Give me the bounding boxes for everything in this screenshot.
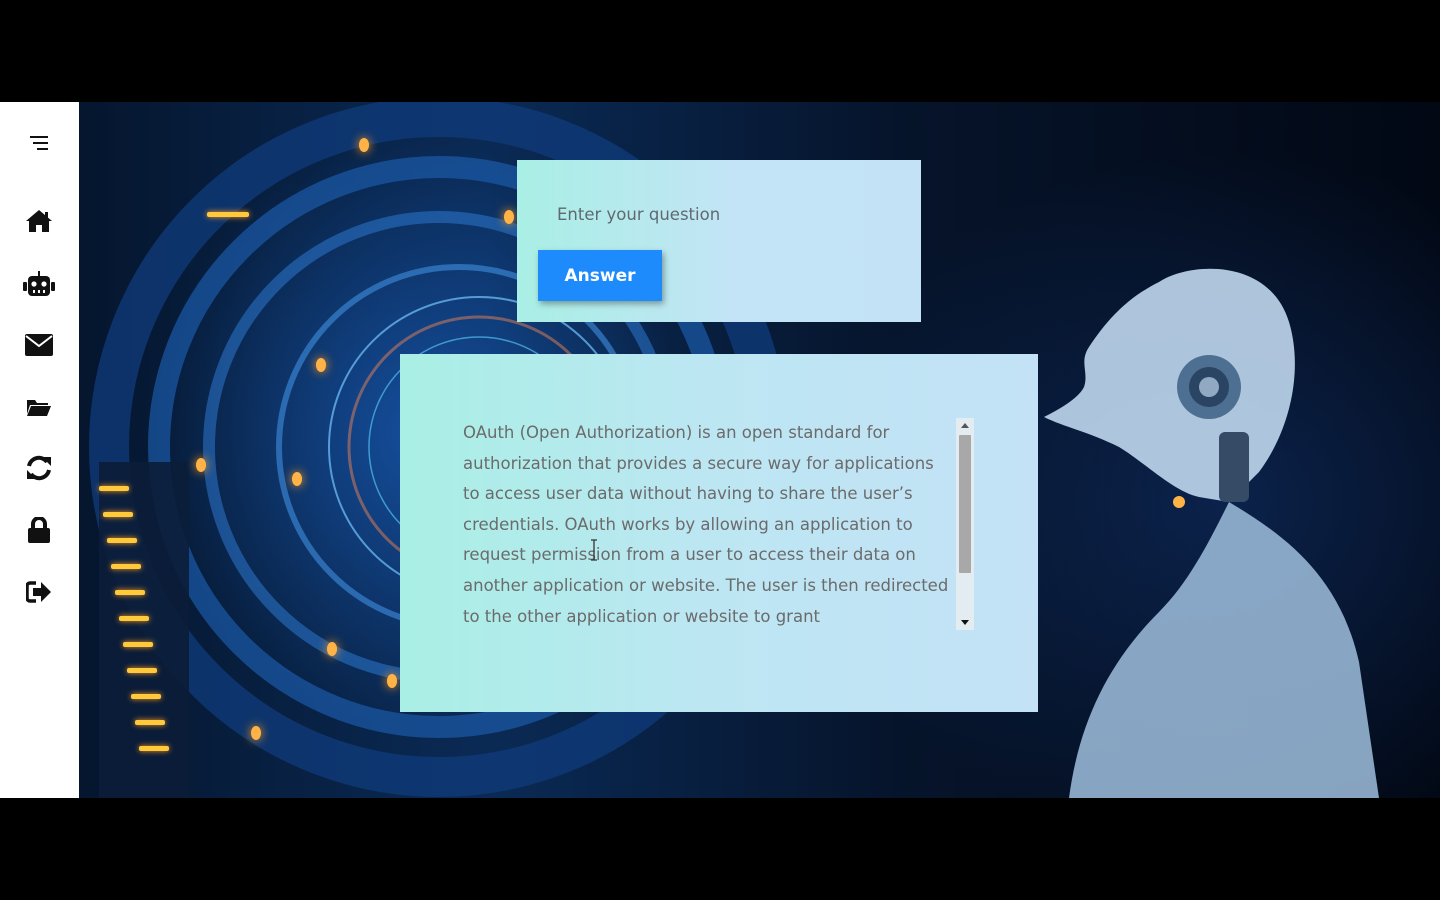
sign-out-icon: [26, 581, 51, 603]
light-bar: [207, 212, 249, 217]
light-bar: [127, 668, 157, 673]
scroll-down-arrow[interactable]: [956, 615, 974, 630]
menu-icon: [30, 136, 48, 150]
letterbox-bottom: [0, 798, 1440, 900]
light-dot: [327, 642, 337, 656]
question-panel: Answer: [517, 160, 921, 322]
light-dot: [196, 458, 206, 472]
light-bar: [135, 720, 165, 725]
sidebar-item-mail[interactable]: [20, 326, 58, 364]
scroll-up-arrow[interactable]: [956, 418, 974, 433]
menu-button[interactable]: [20, 124, 58, 162]
light-bar: [107, 538, 137, 543]
letterbox-top: [0, 0, 1440, 102]
light-dot: [387, 674, 397, 688]
question-input[interactable]: [555, 196, 889, 232]
home-icon: [26, 210, 52, 232]
sidebar-item-logout[interactable]: [20, 573, 58, 611]
robot-icon: [23, 271, 55, 296]
sidebar-item-robot[interactable]: [20, 265, 58, 303]
light-dot: [359, 138, 369, 152]
refresh-icon: [27, 455, 51, 481]
text-cursor-icon: [591, 539, 597, 561]
light-dot: [251, 726, 261, 740]
light-bar: [111, 564, 141, 569]
sidebar: [0, 102, 79, 798]
sidebar-item-home[interactable]: [20, 202, 58, 240]
light-bar: [131, 694, 161, 699]
lock-icon: [28, 517, 50, 543]
scrollbar-thumb[interactable]: [959, 435, 971, 573]
answer-textarea[interactable]: OAuth (Open Authorization) is an open st…: [463, 418, 951, 630]
sidebar-item-refresh[interactable]: [20, 449, 58, 487]
answer-scrollbar[interactable]: [956, 418, 974, 630]
light-bar: [119, 616, 149, 621]
light-bar: [99, 486, 129, 491]
light-dot: [504, 210, 514, 224]
light-bar: [139, 746, 169, 751]
answer-button[interactable]: Answer: [538, 250, 662, 301]
sidebar-item-folder[interactable]: [20, 388, 58, 426]
triangle-up-icon: [961, 423, 969, 428]
answer-panel: OAuth (Open Authorization) is an open st…: [400, 354, 1038, 712]
light-dot: [316, 358, 326, 372]
light-bar: [115, 590, 145, 595]
light-dot: [292, 472, 302, 486]
sidebar-item-lock[interactable]: [20, 511, 58, 549]
triangle-down-icon: [961, 620, 969, 625]
light-bar: [103, 512, 133, 517]
mail-icon: [25, 334, 53, 356]
folder-open-icon: [27, 400, 51, 416]
light-bar: [123, 642, 153, 647]
app-window: Answer OAuth (Open Authorization) is an …: [0, 102, 1440, 798]
